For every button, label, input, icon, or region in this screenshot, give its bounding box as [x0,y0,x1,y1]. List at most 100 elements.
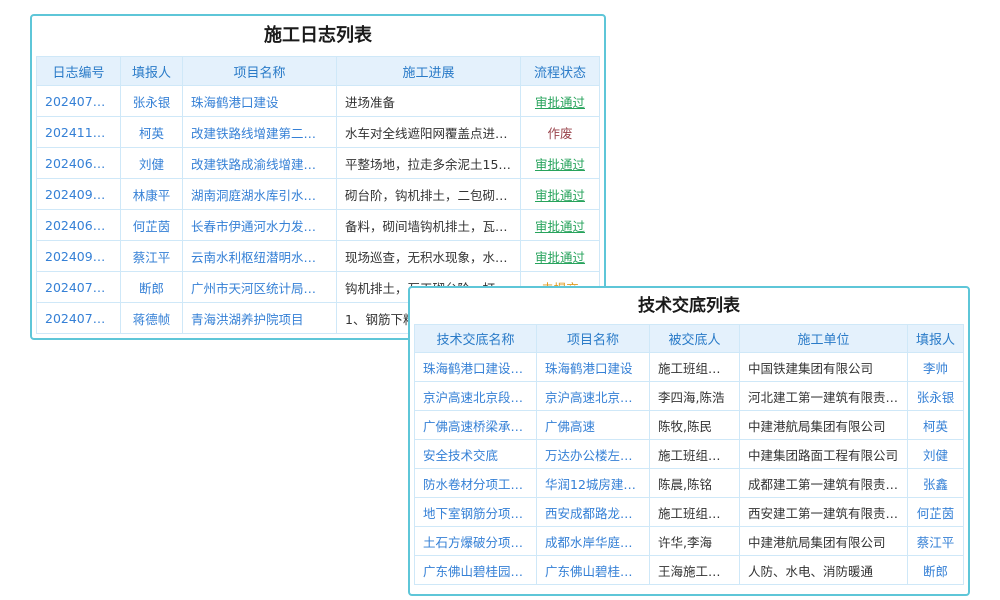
cell-project[interactable]: 西安成都路龙湖上... [537,498,650,527]
col-header-project: 项目名称 [537,325,650,353]
cell-reporter[interactable]: 蒋德帧 [121,303,183,334]
table-row: 广佛高速桥梁承台施...广佛高速陈牧,陈民中建港航局集团有限公司柯英 [415,411,964,440]
col-header-recipient: 被交底人 [650,325,740,353]
cell-project[interactable]: 万达办公楼左侧A... [537,440,650,469]
header-row: 技术交底名称项目名称被交底人施工单位填报人 [415,325,964,353]
cell-unit: 人防、水电、消防暖通 [740,556,908,585]
cell-project[interactable]: 改建铁路成渝线增建第二... [183,148,337,179]
tech-disclosure-title: 技术交底列表 [410,288,968,324]
cell-recipient: 李四海,陈浩 [650,382,740,411]
cell-unit: 中国铁建集团有限公司 [740,353,908,382]
cell-project[interactable]: 长春市伊通河水力发电厂... [183,210,337,241]
cell-id[interactable]: 2024060005 [37,210,121,241]
cell-status: 作废 [521,117,600,148]
cell-reporter[interactable]: 张永银 [121,86,183,117]
cell-status: 审批通过 [521,210,600,241]
cell-unit: 中建集团路面工程有限公司 [740,440,908,469]
cell-status: 审批通过 [521,86,600,117]
cell-name[interactable]: 广佛高速桥梁承台施... [415,411,537,440]
cell-recipient: 施工班组带班... [650,440,740,469]
cell-reporter[interactable]: 何芷茵 [908,498,964,527]
cell-recipient: 陈牧,陈民 [650,411,740,440]
cell-id[interactable]: 2024090009 [37,241,121,272]
cell-unit: 河北建工第一建筑有限责任公司 [740,382,908,411]
cell-project[interactable]: 华润12城房建工... [537,469,650,498]
cell-recipient: 陈晨,陈铭 [650,469,740,498]
cell-name[interactable]: 地下室钢筋分项工程... [415,498,537,527]
cell-name[interactable]: 土石方爆破分项工程... [415,527,537,556]
table-row: 安全技术交底万达办公楼左侧A...施工班组带班...中建集团路面工程有限公司刘健 [415,440,964,469]
cell-id[interactable]: 2024070011 [37,272,121,303]
table-row: 土石方爆破分项工程...成都水岸华庭名苑...许华,李海中建港航局集团有限公司蔡… [415,527,964,556]
cell-unit: 中建港航局集团有限公司 [740,527,908,556]
col-header-progress: 施工进展 [337,57,521,86]
table-row: 2024110002柯英改建铁路线增建第二线直...水车对全线遮阳网覆盖点进行.… [37,117,600,148]
cell-name[interactable]: 京沪高速北京段维修... [415,382,537,411]
table-row: 广东佛山碧桂园项目...广东佛山碧桂园项目王海施工队全队人防、水电、消防暖通断郎 [415,556,964,585]
cell-reporter[interactable]: 张永银 [908,382,964,411]
cell-id[interactable]: 2024090009 [37,179,121,210]
col-header-project: 项目名称 [183,57,337,86]
table-row: 珠海鹤港口建设抗浮...珠海鹤港口建设施工班组带班...中国铁建集团有限公司李帅 [415,353,964,382]
cell-id[interactable]: 2024070011 [37,86,121,117]
table-row: 2024070011张永银珠海鹤港口建设进场准备审批通过 [37,86,600,117]
cell-project[interactable]: 广佛高速 [537,411,650,440]
cell-project[interactable]: 广东佛山碧桂园项目 [537,556,650,585]
cell-project[interactable]: 湖南洞庭湖水库引水工程... [183,179,337,210]
cell-id[interactable]: 2024060006 [37,148,121,179]
cell-reporter[interactable]: 刘健 [908,440,964,469]
cell-unit: 西安建工第一建筑有限责任公司 [740,498,908,527]
cell-name[interactable]: 广东佛山碧桂园项目... [415,556,537,585]
cell-status: 审批通过 [521,241,600,272]
cell-project[interactable]: 珠海鹤港口建设 [183,86,337,117]
table-row: 2024060005何芷茵长春市伊通河水力发电厂...备料，砌间墙钩机排土，瓦工… [37,210,600,241]
cell-id[interactable]: 2024070009 [37,303,121,334]
cell-reporter[interactable]: 柯英 [121,117,183,148]
cell-project[interactable]: 成都水岸华庭名苑... [537,527,650,556]
cell-project[interactable]: 改建铁路线增建第二线直... [183,117,337,148]
header-row: 日志编号填报人项目名称施工进展流程状态 [37,57,600,86]
table-row: 2024090009蔡江平云南水利枢纽潜明水库一...现场巡查，无积水现象，水马… [37,241,600,272]
cell-project[interactable]: 云南水利枢纽潜明水库一... [183,241,337,272]
cell-reporter[interactable]: 何芷茵 [121,210,183,241]
cell-name[interactable]: 防水卷材分项工程施... [415,469,537,498]
cell-reporter[interactable]: 断郎 [908,556,964,585]
cell-recipient: 王海施工队全队 [650,556,740,585]
cell-reporter[interactable]: 李帅 [908,353,964,382]
table-row: 地下室钢筋分项工程...西安成都路龙湖上...施工班组带班...西安建工第一建筑… [415,498,964,527]
cell-reporter[interactable]: 蔡江平 [121,241,183,272]
col-header-reporter: 填报人 [908,325,964,353]
cell-reporter[interactable]: 刘健 [121,148,183,179]
tech-disclosure-table: 技术交底名称项目名称被交底人施工单位填报人珠海鹤港口建设抗浮...珠海鹤港口建设… [414,324,964,585]
cell-progress: 平整场地，拉走多余泥土15辆... [337,148,521,179]
cell-project[interactable]: 广州市天河区统计局机房... [183,272,337,303]
col-header-status: 流程状态 [521,57,600,86]
table-row: 2024090009林康平湖南洞庭湖水库引水工程...砌台阶，钩机排土，二包砌间… [37,179,600,210]
cell-unit: 中建港航局集团有限公司 [740,411,908,440]
construction-log-title: 施工日志列表 [32,16,604,56]
cell-reporter[interactable]: 柯英 [908,411,964,440]
cell-project[interactable]: 京沪高速北京段维修 [537,382,650,411]
col-header-id: 日志编号 [37,57,121,86]
col-header-name: 技术交底名称 [415,325,537,353]
cell-name[interactable]: 安全技术交底 [415,440,537,469]
table-row: 京沪高速北京段维修...京沪高速北京段维修李四海,陈浩河北建工第一建筑有限责任公… [415,382,964,411]
cell-unit: 成都建工第一建筑有限责任公司 [740,469,908,498]
cell-reporter[interactable]: 林康平 [121,179,183,210]
cell-reporter[interactable]: 蔡江平 [908,527,964,556]
cell-reporter[interactable]: 断郎 [121,272,183,303]
cell-progress: 砌台阶，钩机排土，二包砌间... [337,179,521,210]
cell-reporter[interactable]: 张鑫 [908,469,964,498]
cell-name[interactable]: 珠海鹤港口建设抗浮... [415,353,537,382]
col-header-reporter: 填报人 [121,57,183,86]
cell-progress: 水车对全线遮阳网覆盖点进行... [337,117,521,148]
cell-project[interactable]: 珠海鹤港口建设 [537,353,650,382]
cell-project[interactable]: 青海洪湖养护院项目 [183,303,337,334]
cell-progress: 备料，砌间墙钩机排土，瓦工... [337,210,521,241]
cell-recipient: 许华,李海 [650,527,740,556]
tech-disclosure-panel: 技术交底列表 技术交底名称项目名称被交底人施工单位填报人珠海鹤港口建设抗浮...… [408,286,970,596]
cell-id[interactable]: 2024110002 [37,117,121,148]
cell-recipient: 施工班组带班... [650,498,740,527]
cell-progress: 进场准备 [337,86,521,117]
table-row: 防水卷材分项工程施...华润12城房建工...陈晨,陈铭成都建工第一建筑有限责任… [415,469,964,498]
